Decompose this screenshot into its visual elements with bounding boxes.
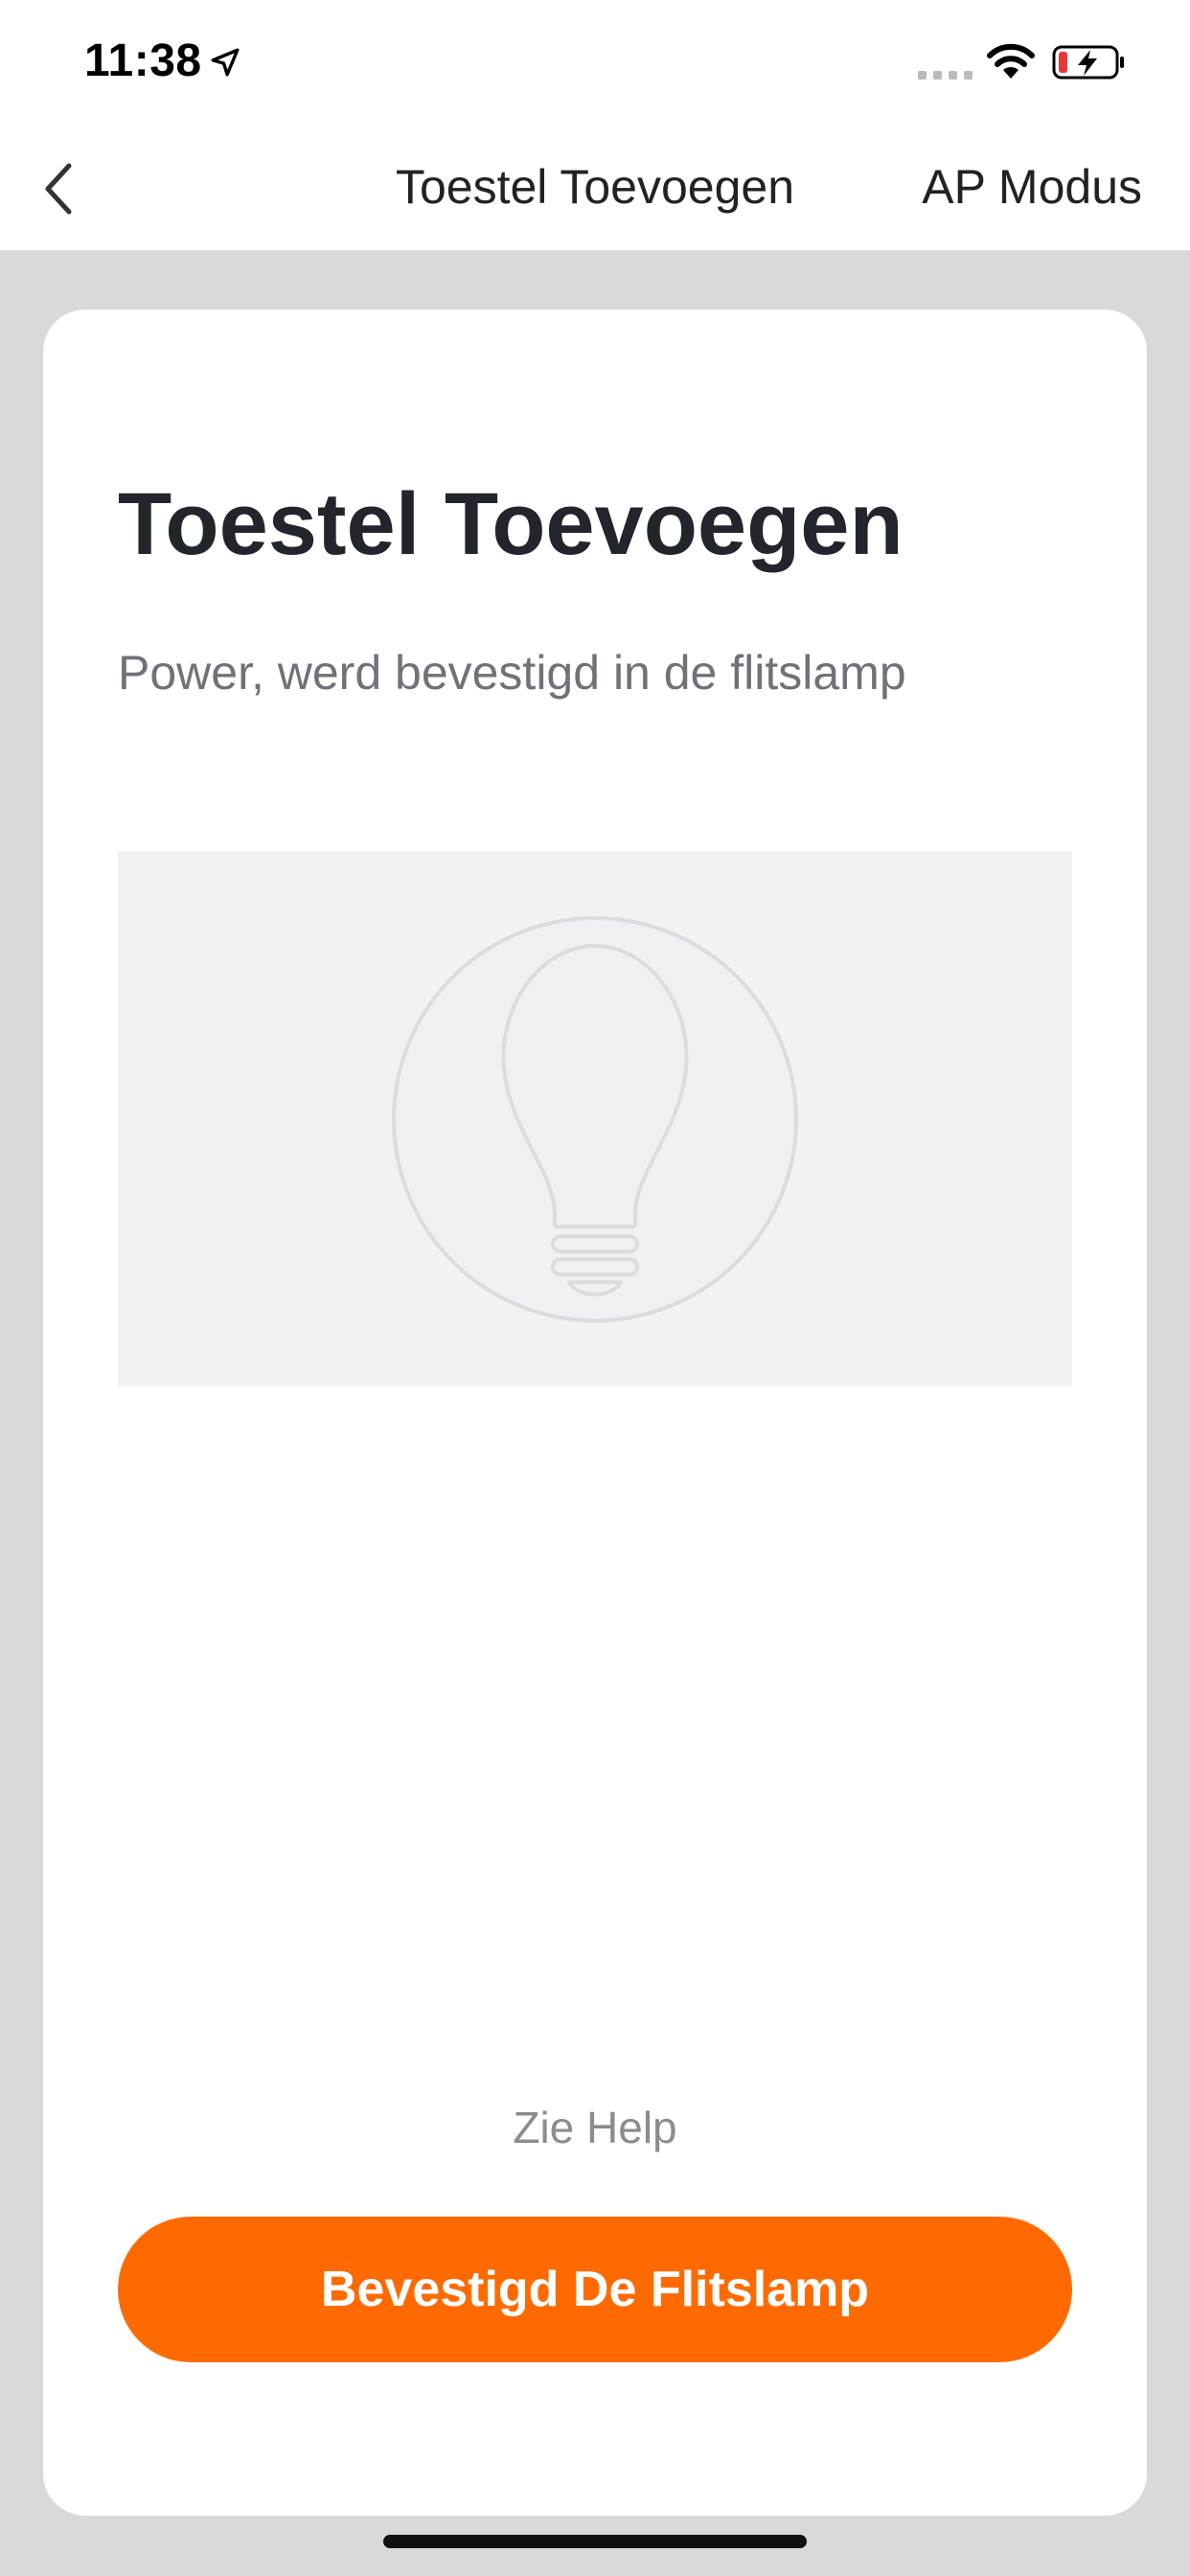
navigation-bar: Toestel Toevoegen AP Modus [0,126,1190,251]
ap-mode-button[interactable]: AP Modus [922,159,1142,215]
wifi-icon [987,43,1035,79]
status-time: 11:38 [84,35,202,86]
page-subtitle: Power, werd bevestigd in de flitslamp [118,646,906,700]
light-bulb-icon [392,916,798,1322]
location-arrow-icon [211,48,240,77]
cellular-signal-icon [918,71,973,80]
page-title: Toestel Toevoegen [118,475,904,573]
home-indicator[interactable] [383,2535,807,2548]
device-illustration [118,851,1072,1386]
battery-charging-icon [1052,45,1124,80]
confirm-flashing-button[interactable]: Bevestigd De Flitslamp [118,2217,1072,2362]
help-link[interactable]: Zie Help [43,2102,1147,2153]
content-card: Toestel Toevoegen Power, werd bevestigd … [43,310,1147,2516]
nav-title-text: Toestel Toevoegen [395,160,795,214]
status-bar: 11:38 [0,0,1190,126]
